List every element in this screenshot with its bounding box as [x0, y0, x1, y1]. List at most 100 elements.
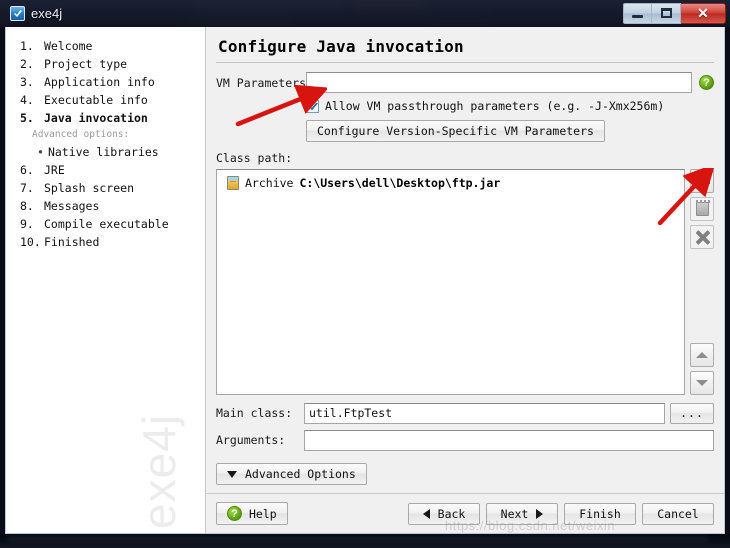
close-icon: ✕	[697, 5, 709, 21]
next-button[interactable]: Next	[486, 502, 558, 525]
sidebar-item-project-type[interactable]: 2. Project type	[6, 55, 205, 73]
minimize-button[interactable]	[623, 2, 652, 24]
minimize-icon	[632, 15, 643, 18]
triangle-right-icon	[536, 508, 544, 519]
title-bar[interactable]: exe4j ✕	[0, 0, 730, 27]
sidebar-advanced-options-label: Advanced options:	[32, 129, 130, 140]
bullet-icon: •	[37, 145, 44, 159]
chevron-up-icon	[696, 351, 708, 358]
entry-kind: Archive	[245, 176, 294, 190]
sidebar-item-label: Welcome	[44, 39, 93, 53]
cancel-button[interactable]: Cancel	[642, 502, 714, 525]
step-number: 6.	[20, 163, 34, 177]
sidebar-item-label: Application info	[44, 75, 155, 89]
allow-passthrough-checkbox-row[interactable]: Allow VM passthrough parameters (e.g. -J…	[306, 99, 714, 113]
main-panel: Configure Java invocation VM Parameters:…	[206, 27, 724, 533]
sidebar-item-splash-screen[interactable]: 7. Splash screen	[6, 179, 205, 197]
sidebar-item-application-info[interactable]: 3. Application info	[6, 73, 205, 91]
vm-parameters-input[interactable]	[306, 72, 692, 93]
sidebar-item-label: Finished	[44, 235, 100, 249]
triangle-down-icon	[227, 470, 237, 478]
main-class-label: Main class:	[216, 406, 293, 420]
wizard-steps-sidebar: 1. Welcome 2. Project type 3. Applicatio…	[6, 27, 206, 533]
edit-entry-button	[690, 197, 714, 221]
sidebar-item-native-libraries[interactable]: • Native libraries	[6, 143, 205, 161]
arguments-label: Arguments:	[216, 433, 286, 447]
class-path-label: Class path:	[216, 151, 293, 165]
back-label: Back	[437, 506, 466, 521]
step-number: 2.	[20, 57, 34, 71]
plus-icon	[694, 173, 710, 189]
screenshot-root: exe4j ✕ 1. Welcome 2. Project type 3. Ap…	[0, 0, 730, 548]
wizard-dialog: 1. Welcome 2. Project type 3. Applicatio…	[5, 27, 725, 534]
vm-parameters-label: VM Parameters:	[216, 75, 313, 90]
close-button[interactable]: ✕	[681, 2, 726, 24]
sidebar-item-label: Executable info	[44, 93, 148, 107]
move-up-button[interactable]	[690, 342, 714, 367]
advanced-options-label: Advanced Options	[245, 467, 356, 481]
class-path-toolbar	[690, 169, 714, 395]
maximize-button[interactable]	[652, 2, 681, 24]
window-controls: ✕	[623, 2, 726, 24]
sidebar-item-label: Native libraries	[47, 145, 159, 159]
help-icon[interactable]: ?	[699, 75, 714, 90]
entry-path: C:\Users\dell\Desktop\ftp.jar	[299, 176, 501, 190]
advanced-options-wrap: Advanced Options	[216, 463, 714, 485]
finish-button[interactable]: Finish	[564, 502, 636, 525]
sidebar-item-messages[interactable]: 8. Messages	[6, 197, 205, 215]
step-number: 1.	[20, 39, 34, 53]
remove-x-icon	[695, 230, 710, 245]
sidebar-item-label: Project type	[44, 57, 128, 71]
sidebar-item-label: JRE	[44, 163, 65, 177]
sidebar-item-welcome[interactable]: 1. Welcome	[6, 37, 205, 55]
edit-icon	[695, 200, 711, 216]
jar-icon	[227, 176, 239, 190]
list-item[interactable]: Archive C:\Users\dell\Desktop\ftp.jar	[217, 175, 684, 191]
vm-parameters-row: VM Parameters: ?	[216, 72, 714, 93]
arguments-row: Arguments:	[216, 429, 714, 451]
help-icon: ?	[227, 506, 242, 521]
step-number: 5.	[20, 111, 34, 125]
chevron-down-icon	[696, 379, 708, 386]
title-bar-left: exe4j	[0, 0, 62, 27]
sidebar-item-finished[interactable]: 10. Finished	[6, 233, 205, 251]
configure-version-specific-vm-parameters-button[interactable]: Configure Version-Specific VM Parameters	[306, 120, 605, 142]
dialog-footer: ? Help Back Next Finish Cancel	[206, 494, 724, 533]
main-class-row: Main class: ...	[216, 402, 714, 424]
title-divider	[216, 62, 714, 63]
sidebar-item-compile-executable[interactable]: 9. Compile executable	[6, 215, 205, 233]
window-title: exe4j	[31, 6, 63, 21]
step-number: 4.	[20, 93, 34, 107]
browse-main-class-button[interactable]: ...	[670, 402, 714, 424]
step-number: 3.	[20, 75, 34, 89]
sidebar-item-label: Splash screen	[44, 181, 135, 195]
step-number: 10.	[20, 235, 41, 249]
remove-entry-button[interactable]	[690, 225, 714, 249]
class-path-area: Archive C:\Users\dell\Desktop\ftp.jar	[216, 169, 714, 395]
add-entry-button[interactable]	[690, 169, 714, 193]
exe4j-icon	[10, 6, 25, 21]
triangle-left-icon	[422, 508, 430, 519]
sidebar-watermark: exe4j	[133, 414, 185, 529]
sidebar-item-executable-info[interactable]: 4. Executable info	[6, 91, 205, 109]
move-down-button[interactable]	[690, 370, 714, 395]
allow-passthrough-checkbox[interactable]	[306, 99, 319, 113]
next-label: Next	[500, 506, 529, 521]
class-path-list[interactable]: Archive C:\Users\dell\Desktop\ftp.jar	[216, 169, 685, 395]
back-button[interactable]: Back	[408, 502, 480, 525]
advanced-options-button[interactable]: Advanced Options	[216, 463, 367, 485]
passthrough-block: Allow VM passthrough parameters (e.g. -J…	[216, 99, 714, 151]
step-number: 7.	[20, 181, 34, 195]
sidebar-item-label: Compile executable	[44, 217, 169, 231]
maximize-icon	[660, 8, 672, 18]
sidebar-item-jre[interactable]: 6. JRE	[6, 161, 205, 179]
exe4j-window: exe4j ✕ 1. Welcome 2. Project type 3. Ap…	[0, 0, 730, 541]
page-title: Configure Java invocation	[218, 37, 464, 56]
sidebar-item-java-invocation[interactable]: 5. Java invocation	[6, 109, 205, 127]
help-label: Help	[249, 506, 277, 521]
main-class-input[interactable]	[304, 402, 665, 424]
help-button[interactable]: ? Help	[216, 502, 288, 525]
allow-passthrough-label: Allow VM passthrough parameters (e.g. -J…	[325, 99, 665, 113]
arguments-input[interactable]	[304, 429, 714, 451]
